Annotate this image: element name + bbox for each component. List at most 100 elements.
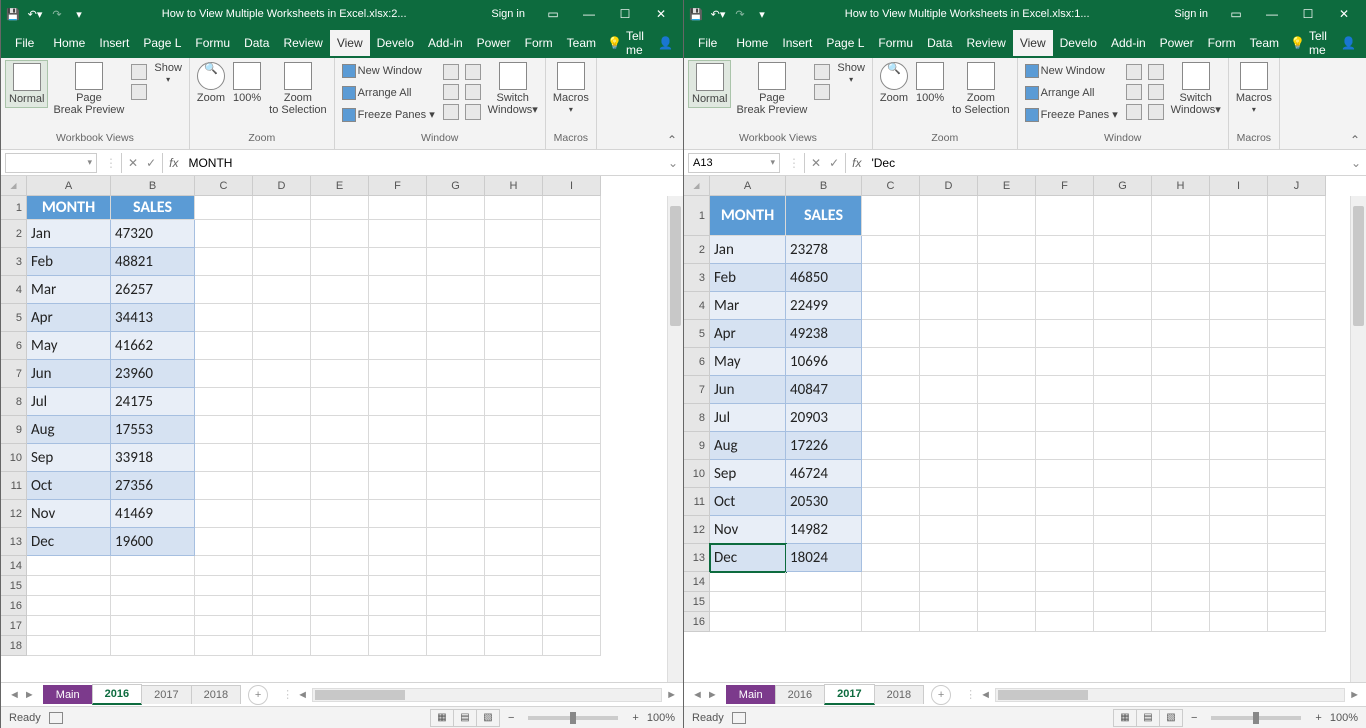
menu-formu[interactable]: Formu	[188, 30, 237, 56]
page-layout-icons[interactable]	[812, 60, 832, 104]
menu-view[interactable]: View	[330, 30, 370, 56]
cell[interactable]	[1152, 612, 1210, 632]
menu-form[interactable]: Form	[518, 30, 560, 56]
data-cell[interactable]: Aug	[27, 416, 111, 444]
cell[interactable]	[369, 304, 427, 332]
formula-input[interactable]	[867, 153, 1346, 173]
close-icon[interactable]: ✕	[643, 0, 679, 28]
cell[interactable]	[862, 376, 920, 404]
cell[interactable]	[978, 488, 1036, 516]
cell[interactable]	[427, 528, 485, 556]
cell[interactable]	[1152, 488, 1210, 516]
cell[interactable]	[195, 332, 253, 360]
col-header-C[interactable]: C	[195, 176, 253, 196]
cell[interactable]	[543, 304, 601, 332]
cell[interactable]	[427, 556, 485, 576]
row-header-9[interactable]: 9	[684, 432, 710, 460]
cell[interactable]	[195, 616, 253, 636]
cell[interactable]	[862, 348, 920, 376]
row-header-2[interactable]: 2	[1, 220, 27, 248]
cell[interactable]	[485, 616, 543, 636]
cell[interactable]	[195, 220, 253, 248]
cell[interactable]	[1036, 544, 1094, 572]
cell[interactable]	[311, 360, 369, 388]
cell[interactable]	[369, 528, 427, 556]
row-header-6[interactable]: 6	[684, 348, 710, 376]
cell[interactable]	[195, 196, 253, 220]
cell[interactable]	[1210, 376, 1268, 404]
sheet-tab-main[interactable]: Main	[726, 685, 776, 704]
cell[interactable]	[369, 576, 427, 596]
cell[interactable]	[195, 636, 253, 656]
cell[interactable]	[1210, 320, 1268, 348]
cell[interactable]	[978, 404, 1036, 432]
cell[interactable]	[862, 612, 920, 632]
cell[interactable]	[1094, 264, 1152, 292]
cell[interactable]	[543, 528, 601, 556]
cell[interactable]	[195, 596, 253, 616]
horizontal-scrollbar[interactable]	[995, 688, 1345, 702]
row-header-16[interactable]: 16	[1, 596, 27, 616]
row-header-10[interactable]: 10	[1, 444, 27, 472]
col-header-G[interactable]: G	[427, 176, 485, 196]
col-header-A[interactable]: A	[710, 176, 786, 196]
data-cell[interactable]: May	[27, 332, 111, 360]
cell[interactable]	[27, 596, 111, 616]
row-header-12[interactable]: 12	[684, 516, 710, 544]
sheet-nav-last-icon[interactable]: ►	[24, 689, 35, 701]
data-cell[interactable]: 19600	[111, 528, 195, 556]
cell[interactable]	[978, 432, 1036, 460]
zoom-slider[interactable]	[1211, 716, 1301, 720]
macro-record-icon[interactable]	[732, 712, 746, 724]
table-header-cell[interactable]: SALES	[786, 196, 862, 236]
sheet-tab-2018[interactable]: 2018	[191, 685, 241, 704]
cell[interactable]	[1152, 460, 1210, 488]
show-button[interactable]: Show▾	[834, 60, 868, 87]
data-cell[interactable]: 23960	[111, 360, 195, 388]
data-cell[interactable]: 23278	[786, 236, 862, 264]
cell[interactable]	[427, 388, 485, 416]
cell[interactable]	[1268, 376, 1326, 404]
data-cell[interactable]: Jul	[710, 404, 786, 432]
cell[interactable]	[485, 388, 543, 416]
data-cell[interactable]: 41662	[111, 332, 195, 360]
cell[interactable]	[1094, 432, 1152, 460]
zoom-slider[interactable]	[528, 716, 618, 720]
enter-formula-icon[interactable]: ✓	[829, 156, 839, 170]
row-header-5[interactable]: 5	[684, 320, 710, 348]
cell[interactable]	[369, 276, 427, 304]
cell[interactable]	[1152, 432, 1210, 460]
cell[interactable]	[369, 444, 427, 472]
table-header-cell[interactable]: MONTH	[27, 196, 111, 220]
cell[interactable]	[253, 304, 311, 332]
cell[interactable]	[786, 572, 862, 592]
sheet-tab-2016[interactable]: 2016	[775, 685, 825, 704]
cell[interactable]	[485, 636, 543, 656]
cell[interactable]	[111, 576, 195, 596]
data-cell[interactable]: Feb	[27, 248, 111, 276]
cell[interactable]	[862, 572, 920, 592]
show-button[interactable]: Show▾	[151, 60, 185, 87]
cell[interactable]	[253, 556, 311, 576]
row-header-8[interactable]: 8	[684, 404, 710, 432]
cell[interactable]	[978, 544, 1036, 572]
col-header-B[interactable]: B	[786, 176, 862, 196]
cell[interactable]	[1210, 612, 1268, 632]
cell[interactable]	[195, 472, 253, 500]
cell[interactable]	[1152, 236, 1210, 264]
cell[interactable]	[485, 360, 543, 388]
cell[interactable]	[485, 416, 543, 444]
cell[interactable]	[862, 292, 920, 320]
cell[interactable]	[1036, 196, 1094, 236]
cell[interactable]	[311, 416, 369, 444]
zoom-out-icon[interactable]: −	[1191, 712, 1197, 724]
cell[interactable]	[1210, 516, 1268, 544]
add-sheet-button[interactable]: +	[248, 685, 268, 705]
cell[interactable]	[920, 264, 978, 292]
cell[interactable]	[920, 196, 978, 236]
col-header-E[interactable]: E	[978, 176, 1036, 196]
cell[interactable]	[978, 592, 1036, 612]
page-break-preview-button[interactable]: PageBreak Preview	[733, 60, 810, 118]
collapse-ribbon-icon[interactable]: ⌃	[667, 133, 677, 147]
new-window-button[interactable]: New Window	[339, 60, 439, 82]
